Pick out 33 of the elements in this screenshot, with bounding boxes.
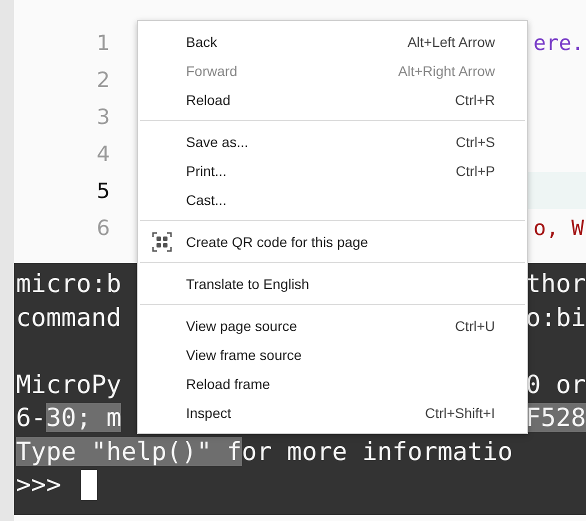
menu-item[interactable]: Create QR code for this page	[138, 227, 527, 256]
line-number: 2	[96, 68, 110, 92]
console-text: 0 or	[526, 370, 586, 398]
line-number: 4	[96, 142, 110, 166]
console-text: 6-	[16, 403, 46, 432]
text-cursor	[81, 470, 98, 500]
menu-item[interactable]: View frame source	[138, 340, 527, 369]
console-text: micro:b	[16, 269, 122, 298]
code-text: ere.	[533, 30, 585, 54]
code-text: o, W	[533, 216, 585, 240]
menu-item[interactable]: Save as... Ctrl+S	[138, 127, 527, 156]
console-text: 30; m	[46, 403, 122, 432]
menu-item[interactable]: Back Alt+Left Arrow	[138, 27, 527, 56]
console-text: Type "help()" f	[16, 436, 242, 466]
console-text: F528	[526, 403, 586, 432]
console-text: MicroPy	[16, 370, 122, 398]
qr-code-icon	[152, 232, 172, 252]
menu-item[interactable]: Translate to English	[138, 269, 527, 298]
console-text: o:bi	[526, 302, 586, 332]
console-text: thor	[526, 269, 586, 298]
menu-item[interactable]: View page source Ctrl+U	[138, 311, 527, 340]
line-number: 5	[96, 178, 110, 202]
line-number: 3	[96, 104, 110, 128]
menu-item[interactable]: Reload Ctrl+R	[138, 85, 527, 114]
console-text: or more informatio	[242, 436, 513, 466]
menu-item[interactable]: Print... Ctrl+P	[138, 156, 527, 185]
menu-item[interactable]: Reload frame	[138, 369, 527, 398]
menu-item[interactable]: Cast...	[138, 185, 527, 214]
console-text: command	[16, 302, 122, 332]
line-number: 6	[96, 216, 110, 240]
line-number: 1	[96, 30, 110, 54]
menu-item[interactable]: Inspect Ctrl+Shift+I	[138, 398, 527, 427]
console-prompt: >>>	[16, 469, 62, 501]
